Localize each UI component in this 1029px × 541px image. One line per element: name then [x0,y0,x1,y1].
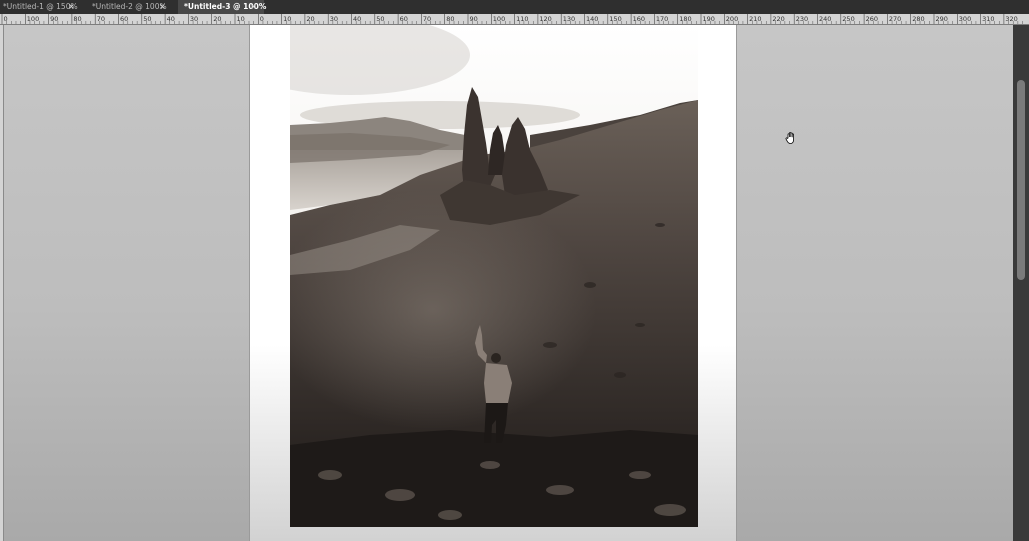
tab-label: *Untitled-1 @ 150% [3,2,78,11]
tab-untitled-2[interactable]: *Untitled-2 @ 100% × [89,0,177,14]
horizontal-ruler[interactable]: 0 100 90 80 70 60 50 40 30 20 10 0 10 20 30 40 50 60 70 80 9… [0,14,1029,25]
ruler-label: 90 [50,15,58,23]
ruler-label: 150 [609,15,621,23]
ruler-label: 80 [73,15,81,23]
ruler-label: 120 [539,15,551,23]
document-tab-bar: *Untitled-1 @ 150% × *Untitled-2 @ 100% … [0,0,1029,15]
ruler-label: 200 [726,15,738,23]
ruler-label: 280 [912,15,924,23]
ruler-label: 210 [749,15,761,23]
landscape-photo-image [290,25,698,527]
ruler-label: 220 [772,15,784,23]
ruler-label: 260 [866,15,878,23]
ruler-label: 0 [260,15,264,23]
close-icon[interactable]: × [250,0,257,14]
scrollbar-thumb[interactable] [1017,80,1025,280]
ruler-label: 290 [936,15,948,23]
ruler-label: 50 [143,15,151,23]
placed-photo[interactable] [290,25,698,527]
tab-untitled-1[interactable]: *Untitled-1 @ 150% × [0,0,88,14]
ruler-ticks: 0 100 90 80 70 60 50 40 30 20 10 0 10 20 30 40 50 60 70 80 9… [1,14,1023,24]
ruler-label: 60 [120,15,128,23]
ruler-label: 40 [353,15,361,23]
ruler-label: 40 [167,15,175,23]
ruler-label: 240 [819,15,831,23]
ruler-label: 180 [679,15,691,23]
ruler-label: 100 [493,15,505,23]
ruler-label: 70 [423,15,431,23]
tab-untitled-3[interactable]: *Untitled-3 @ 100% × [178,0,266,14]
ruler-label: 270 [889,15,901,23]
ruler-label: 60 [400,15,408,23]
ruler-label: 100 [27,15,39,23]
ruler-label: 80 [446,15,454,23]
ruler-label: 170 [656,15,668,23]
ruler-label: 10 [283,15,291,23]
ruler-label: 320 [1005,15,1017,23]
tab-label: *Untitled-2 @ 100% [92,2,167,11]
ruler-label: 140 [586,15,598,23]
ruler-label: 230 [796,15,808,23]
ruler-label: 310 [982,15,994,23]
ruler-label: 0 [4,15,8,23]
vertical-scrollbar[interactable] [1013,25,1029,541]
ruler-label: 30 [330,15,338,23]
ruler-label: 130 [563,15,575,23]
ruler-label: 250 [842,15,854,23]
ruler-label: 70 [97,15,105,23]
ruler-label: 30 [190,15,198,23]
ruler-label: 50 [376,15,384,23]
vertical-ruler[interactable] [0,25,4,541]
close-icon[interactable]: × [159,0,166,14]
ruler-label: 300 [959,15,971,23]
ruler-label: 190 [703,15,715,23]
close-icon[interactable]: × [68,0,75,14]
ruler-label: 10 [237,15,245,23]
hand-icon [785,132,794,144]
ruler-label: 160 [633,15,645,23]
ruler-label: 20 [306,15,314,23]
ruler-label: 90 [470,15,478,23]
ruler-label: 20 [213,15,221,23]
ruler-label: 110 [516,15,528,23]
